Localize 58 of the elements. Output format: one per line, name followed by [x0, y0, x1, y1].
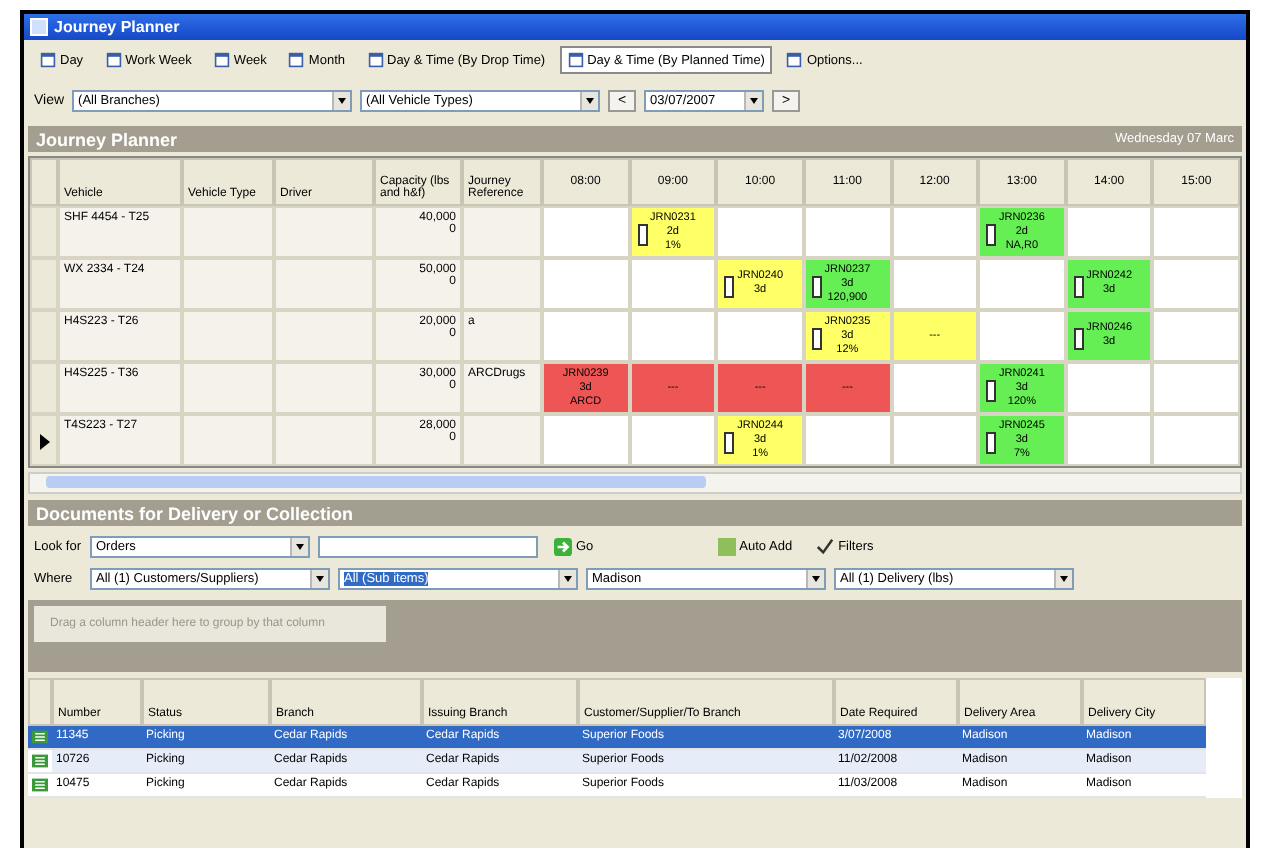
time-slot-cell[interactable] — [891, 258, 979, 310]
document-icon — [32, 730, 48, 744]
calendar-icon — [567, 52, 584, 68]
table-cell — [274, 414, 374, 466]
calendar-icon — [40, 52, 56, 68]
table-cell — [274, 258, 374, 310]
time-slot-cell[interactable] — [978, 310, 1066, 362]
time-slot-cell[interactable] — [1065, 414, 1153, 466]
table-cell — [462, 206, 542, 258]
time-slot-cell[interactable] — [1152, 362, 1240, 414]
calendar-icon — [105, 52, 122, 68]
time-slot-cell[interactable] — [978, 258, 1066, 310]
time-slot-cell[interactable] — [1065, 206, 1153, 258]
row-selector[interactable] — [30, 414, 58, 466]
header-corner — [28, 678, 52, 726]
horizontal-scrollbar[interactable] — [28, 472, 1242, 494]
calendar-icon — [367, 52, 383, 68]
table-cell — [182, 362, 274, 414]
time-slot-cell[interactable] — [891, 414, 979, 466]
arrow-icon — [554, 537, 572, 555]
time-slot-cell[interactable] — [629, 310, 717, 362]
time-slot-cell[interactable] — [542, 206, 630, 258]
section-title: Documents for Delivery or Collection — [36, 503, 354, 523]
table-cell — [182, 258, 274, 310]
time-slot-cell[interactable] — [1152, 258, 1240, 310]
check-icon — [816, 537, 835, 555]
time-slot-cell[interactable] — [542, 310, 630, 362]
window-title: Journey Planner — [54, 18, 180, 36]
time-slot-cell[interactable] — [542, 414, 630, 466]
square-icon — [717, 537, 736, 555]
time-slot-cell[interactable] — [803, 414, 891, 466]
time-slot-cell[interactable] — [803, 206, 891, 258]
time-slot-cell[interactable] — [1152, 414, 1240, 466]
calendar-icon — [213, 52, 230, 68]
table-cell — [462, 258, 542, 310]
time-slot-cell[interactable] — [1065, 362, 1153, 414]
time-slot-cell[interactable] — [1152, 206, 1240, 258]
calendar-icon — [288, 52, 305, 68]
time-slot-cell[interactable] — [542, 258, 630, 310]
time-slot-cell[interactable] — [629, 414, 717, 466]
table-cell — [182, 310, 274, 362]
calendar-icon — [786, 52, 803, 68]
time-slot-cell[interactable] — [629, 258, 717, 310]
time-slot-cell[interactable] — [716, 310, 804, 362]
time-slot-cell[interactable] — [891, 362, 979, 414]
header-corner — [30, 158, 58, 206]
table-cell — [182, 206, 274, 258]
time-slot-cell[interactable] — [716, 206, 804, 258]
time-slot-cell[interactable] — [1152, 310, 1240, 362]
table-cell — [462, 414, 542, 466]
section-title: Journey Planner — [36, 129, 178, 149]
time-slot-cell[interactable] — [891, 206, 979, 258]
table-cell — [182, 414, 274, 466]
table-cell — [274, 362, 374, 414]
search-field[interactable] — [318, 535, 538, 557]
app-icon — [30, 18, 48, 36]
table-cell — [274, 206, 374, 258]
table-cell — [274, 310, 374, 362]
